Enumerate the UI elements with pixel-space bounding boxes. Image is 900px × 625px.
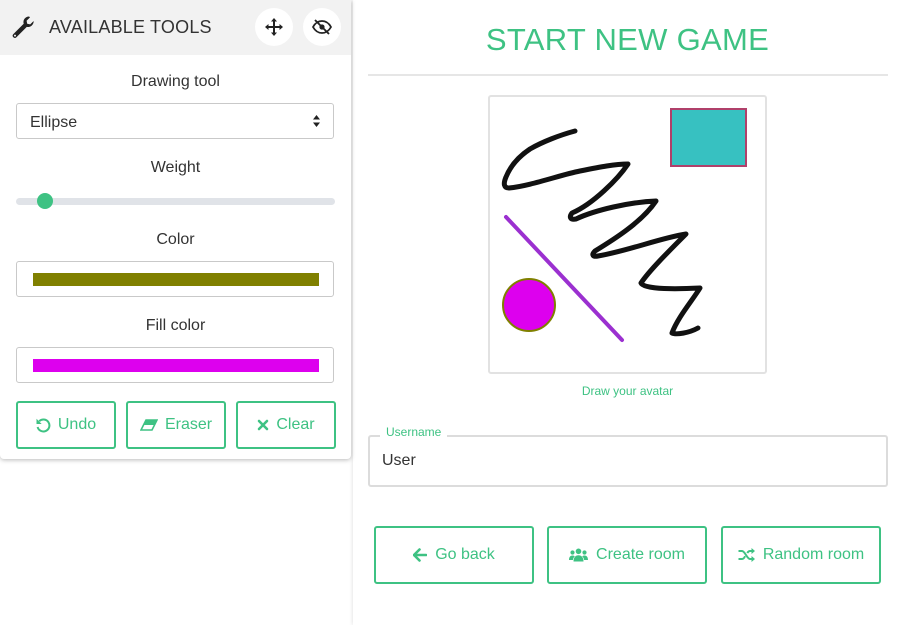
- tools-panel-header: AVAILABLE TOOLS: [0, 0, 351, 55]
- page-title: START NEW GAME: [485, 22, 770, 57]
- clear-x-icon: [258, 419, 269, 431]
- hide-panel-button[interactable]: [303, 8, 341, 46]
- eye-slash-icon: [312, 19, 332, 35]
- weight-slider[interactable]: [16, 193, 335, 209]
- eraser-label: Eraser: [164, 416, 213, 433]
- random-room-label: Random room: [762, 546, 865, 563]
- eraser-icon: [139, 419, 158, 431]
- move-arrows-icon: [265, 18, 283, 36]
- color-picker[interactable]: [16, 261, 334, 297]
- weight-label: Weight: [150, 159, 201, 176]
- undo-button[interactable]: Undo: [16, 401, 116, 449]
- clear-button[interactable]: Clear: [236, 401, 336, 449]
- username-input[interactable]: [368, 435, 888, 487]
- username-value: User: [382, 452, 416, 469]
- undo-icon: [36, 418, 51, 432]
- weight-slider-thumb[interactable]: [37, 193, 53, 209]
- fill-color-label: Fill color: [145, 317, 206, 334]
- shuffle-icon: [738, 548, 755, 562]
- random-room-button[interactable]: Random room: [721, 526, 881, 584]
- select-arrows-icon: [313, 115, 320, 127]
- fill-color-picker[interactable]: [16, 347, 334, 383]
- users-icon: [569, 548, 589, 562]
- avatar-drawing: [501, 108, 747, 342]
- drawn-ellipse: [502, 278, 556, 332]
- title-divider: [368, 74, 888, 76]
- fill-color-swatch: [33, 359, 319, 372]
- start-game-card: START NEW GAME Draw your avatar Username…: [353, 0, 900, 625]
- create-room-button[interactable]: Create room: [547, 526, 707, 584]
- drawing-tool-value: Ellipse: [30, 114, 78, 131]
- drawn-rectangle: [670, 108, 747, 167]
- go-back-button[interactable]: Go back: [374, 526, 534, 584]
- drawing-tool-select[interactable]: Ellipse: [16, 103, 334, 139]
- create-room-label: Create room: [596, 546, 685, 563]
- color-swatch: [33, 273, 319, 286]
- clear-label: Clear: [276, 416, 315, 433]
- color-label: Color: [156, 231, 195, 248]
- tools-panel-title: AVAILABLE TOOLS: [49, 17, 212, 37]
- avatar-canvas[interactable]: [488, 95, 767, 374]
- drawing-tool-label: Drawing tool: [131, 73, 220, 90]
- eraser-button[interactable]: Eraser: [126, 401, 226, 449]
- arrow-left-icon: [413, 548, 428, 562]
- avatar-caption: Draw your avatar: [581, 384, 674, 398]
- move-panel-button[interactable]: [255, 8, 293, 46]
- wrench-icon: [12, 16, 34, 38]
- username-label: Username: [380, 425, 448, 439]
- go-back-label: Go back: [435, 546, 495, 563]
- undo-label: Undo: [57, 416, 97, 433]
- tools-panel: AVAILABLE TOOLS Drawing tool Ellipse Wei…: [0, 0, 351, 459]
